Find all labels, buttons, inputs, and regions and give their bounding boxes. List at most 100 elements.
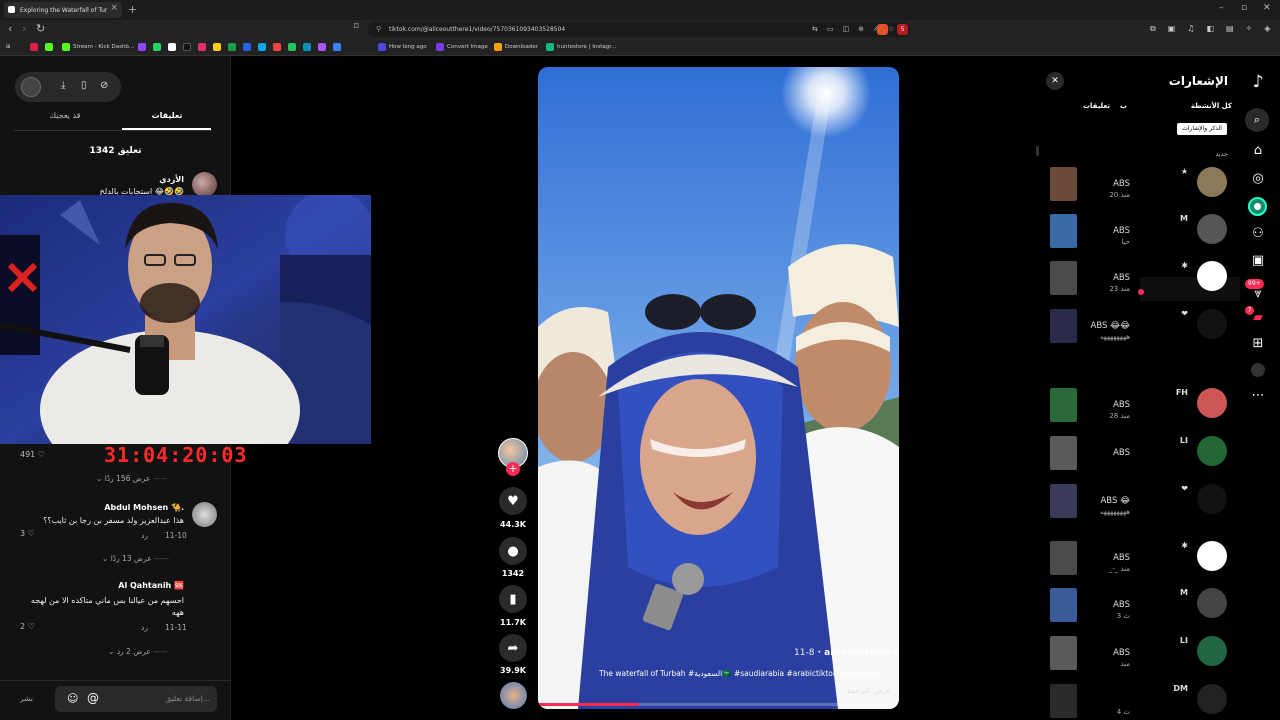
home-icon[interactable]: ⌂	[1248, 143, 1268, 158]
reply-button[interactable]: رد	[141, 531, 148, 540]
comment-likes[interactable]: 3 ♡	[20, 529, 35, 538]
filter-b[interactable]: ب	[1120, 102, 1127, 110]
tiktok-logo-icon[interactable]: ♪	[1248, 72, 1268, 92]
notification-avatar[interactable]	[1197, 309, 1227, 339]
bookmark-icon[interactable]: ⌑	[354, 22, 359, 32]
kick-icon[interactable]	[45, 43, 53, 51]
view-replies-button[interactable]: ⌄ عرض 13 ردًا ——	[102, 554, 169, 563]
sound-disc-icon[interactable]	[500, 682, 527, 709]
stripe-icon[interactable]	[318, 43, 326, 51]
bookmark-huntostore[interactable]: huntostore | Instagr...	[546, 40, 616, 54]
bookmark-downloader[interactable]: Downloader	[494, 40, 538, 54]
notification-avatar[interactable]	[1197, 684, 1227, 714]
tab-comments[interactable]: تعليقات	[122, 111, 212, 120]
instagram-icon[interactable]	[198, 43, 206, 51]
more-icon[interactable]: ⋯	[1248, 388, 1268, 403]
twitch-icon[interactable]	[138, 43, 146, 51]
profile-avatar[interactable]	[1251, 363, 1265, 377]
notification-avatar[interactable]	[1197, 484, 1227, 514]
phone-icon[interactable]: ▯	[81, 80, 87, 91]
comment-input[interactable]: ☺ @ إضافة تعليق...	[55, 686, 217, 712]
view-replies-button[interactable]: ⌄ عرض 156 ردًا ——	[96, 474, 168, 483]
snap-icon[interactable]	[213, 43, 221, 51]
close-notifications-icon[interactable]: ✕	[1046, 72, 1064, 90]
maximize-icon[interactable]: ▫	[1241, 3, 1247, 13]
bookmark-kick[interactable]: Stream - Kick Dashb...	[62, 40, 134, 54]
emoji-icon[interactable]: ☺	[67, 692, 78, 705]
tiktok-icon[interactable]	[183, 43, 191, 51]
gmail-icon[interactable]	[273, 43, 281, 51]
back-icon[interactable]: ‹	[8, 22, 12, 35]
comment-author[interactable]: الأزدي	[80, 175, 184, 184]
comment-author[interactable]: Abdul Mohsen 🐪.	[60, 503, 184, 512]
heart-outline-icon[interactable]: ♡	[28, 529, 35, 538]
view-replies-button[interactable]: ⌄ عرض 2 رد ——	[108, 647, 168, 656]
see-translation-link[interactable]: عرض الترجمة	[538, 686, 891, 695]
filter-all-activity[interactable]: كل الأنشطة	[1170, 102, 1232, 110]
notification-thumbnail[interactable]	[1050, 436, 1077, 470]
reply-button[interactable]: رد	[141, 623, 148, 632]
follow-plus-icon[interactable]: +	[506, 462, 520, 476]
notification-avatar[interactable]	[1197, 436, 1227, 466]
heart-outline-icon[interactable]: ♡	[28, 622, 35, 631]
cast-icon[interactable]: ▭	[827, 25, 834, 33]
heart-outline-icon[interactable]: ♡	[38, 450, 45, 459]
comment-avatar[interactable]	[192, 502, 217, 527]
scrollbar[interactable]	[1036, 146, 1039, 156]
new-tab-icon[interactable]: +	[128, 3, 137, 16]
download-icon[interactable]: ⤓	[61, 80, 65, 91]
notification-avatar[interactable]	[1197, 167, 1227, 197]
comment-author[interactable]: Al Qahtanih 🆘	[60, 581, 184, 590]
video-author[interactable]: aliceoutthere1	[824, 648, 898, 658]
close-tab-icon[interactable]: ×	[110, 3, 118, 13]
x-icon[interactable]	[168, 43, 176, 51]
post-button[interactable]: نشر	[20, 694, 33, 703]
wallet-icon[interactable]: ▣	[1168, 24, 1176, 34]
video-player[interactable]: 11-8 · aliceoutthere1 The waterfall of T…	[538, 67, 899, 709]
share-button[interactable]: ➦	[499, 634, 527, 662]
apps-icon[interactable]: ⊞	[6, 40, 11, 54]
notification-avatar[interactable]	[1197, 214, 1227, 244]
comment-avatar[interactable]	[192, 172, 217, 197]
extension-icon[interactable]: ⧉	[1150, 24, 1156, 34]
comment-likes[interactable]: 2 ♡	[20, 622, 35, 631]
whatsapp-icon[interactable]	[153, 43, 161, 51]
close-window-icon[interactable]: ✕	[1263, 3, 1271, 13]
creator-avatar[interactable]	[21, 77, 41, 97]
music-icon[interactable]: ♫	[1187, 24, 1194, 34]
chat-icon[interactable]	[288, 43, 296, 51]
comment-avatar[interactable]	[192, 580, 217, 605]
friends-icon[interactable]: ⚇	[1248, 226, 1268, 241]
comment-likes[interactable]: 491 ♡	[20, 450, 45, 459]
filter-comments[interactable]: تعليقات	[1080, 102, 1110, 110]
save-button[interactable]: ▮	[499, 585, 527, 613]
reload-icon[interactable]: ↻	[36, 22, 45, 35]
browser-tab[interactable]: Exploring the Waterfall of Tur ×	[4, 2, 122, 18]
forward-icon[interactable]: ›	[22, 22, 26, 35]
search-icon[interactable]: ⌕	[1245, 108, 1269, 132]
following-avatar-icon[interactable]	[1248, 197, 1267, 216]
zoom-icon[interactable]: ⊕	[858, 25, 864, 33]
sidebar-icon[interactable]: ◧	[1206, 24, 1214, 34]
puzzle-icon[interactable]: ✧	[1246, 24, 1253, 34]
tab-you-may-like[interactable]: قد يعجبك	[20, 111, 110, 120]
like-button[interactable]: ♥	[499, 487, 527, 515]
youtube-icon[interactable]	[30, 43, 38, 51]
vpn-icon[interactable]: ◈	[1264, 24, 1270, 34]
notification-avatar[interactable]	[1197, 541, 1227, 571]
notification-avatar[interactable]	[1197, 588, 1227, 618]
app-icon[interactable]	[333, 43, 341, 51]
reading-list-icon[interactable]: ▤	[1226, 24, 1234, 34]
comment-button[interactable]: ●	[499, 537, 527, 565]
translate-icon[interactable]: ⇆	[812, 25, 818, 33]
notification-avatar[interactable]	[1197, 636, 1227, 666]
explore-icon[interactable]: ◎	[1248, 171, 1268, 186]
brave-shield-icon[interactable]	[877, 24, 888, 35]
mention-icon[interactable]: @	[87, 691, 99, 705]
site-info-icon[interactable]: ⚲	[376, 25, 381, 33]
screenshot-icon[interactable]: ◫	[843, 25, 850, 33]
upload-icon[interactable]: ⊞	[1248, 336, 1268, 351]
live-icon[interactable]: ▣	[1248, 253, 1268, 268]
bookmark-how-long-ago[interactable]: How long ago	[378, 40, 427, 54]
filter-mentions[interactable]: الذكر والإشارات	[1177, 123, 1227, 135]
